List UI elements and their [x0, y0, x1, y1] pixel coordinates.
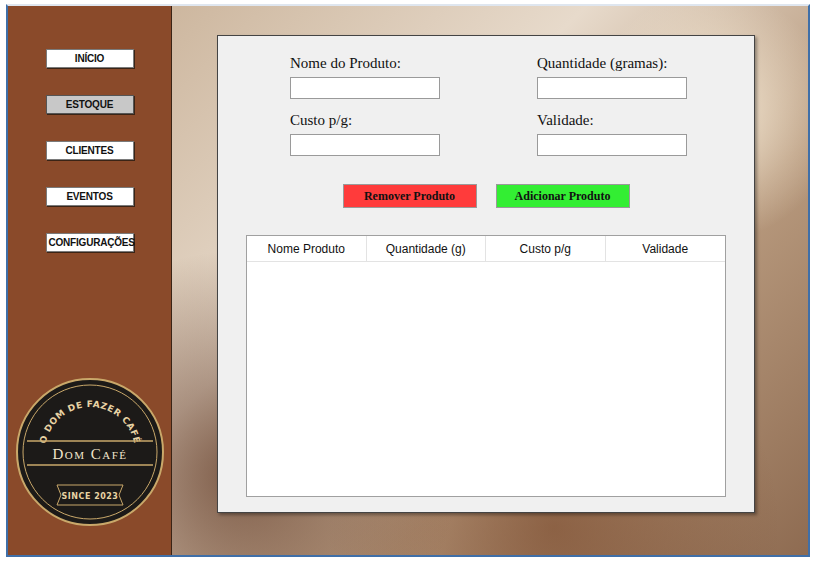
column-header[interactable]: Validade — [606, 236, 726, 261]
sidebar-item[interactable]: CLIENTES — [46, 141, 134, 160]
sidebar-item[interactable]: CONFIGURAÇÕES — [46, 233, 134, 252]
logo-icon: O DOM DE FAZER CAFÉDom Café SINCE 2023 — [15, 377, 165, 527]
text-input[interactable] — [537, 134, 687, 156]
text-input[interactable] — [290, 134, 440, 156]
action-button[interactable]: Adicionar Produto — [496, 184, 630, 208]
field-label: Quantidade (gramas): — [537, 55, 687, 72]
svg-text:Dom Café: Dom Café — [52, 446, 127, 462]
product-form: Nome do Produto: Quantidade (gramas): Cust… — [290, 55, 726, 156]
text-input[interactable] — [537, 77, 687, 99]
sidebar: INÍCIO ESTOQUE CLIENTES EVENTOS CONFIGURAÇÕE… — [8, 6, 172, 555]
sidebar-item[interactable]: ESTOQUE — [46, 95, 134, 114]
field-label: Validade: — [537, 112, 687, 129]
column-header[interactable]: Nome Produto — [247, 236, 367, 261]
text-input[interactable] — [290, 77, 440, 99]
action-bar: Remover Produto Adicionar Produto — [246, 184, 726, 208]
column-header[interactable]: Custo p/g — [486, 236, 606, 261]
form-field: Nome do Produto: — [290, 55, 440, 99]
app-root: INÍCIO ESTOQUE CLIENTES EVENTOS CONFIGURAÇÕE… — [0, 0, 815, 564]
action-button[interactable]: Remover Produto — [343, 184, 477, 208]
sidebar-item[interactable]: EVENTOS — [46, 187, 134, 206]
svg-text:O DOM DE FAZER CAFÉ: O DOM DE FAZER CAFÉ — [37, 399, 142, 445]
app-window: INÍCIO ESTOQUE CLIENTES EVENTOS CONFIGURAÇÕE… — [6, 4, 810, 557]
sidebar-nav: INÍCIO ESTOQUE CLIENTES EVENTOS CONFIGURAÇÕE… — [46, 49, 134, 252]
stock-table: Nome ProdutoQuantidade (g)Custo p/gValid… — [246, 235, 726, 497]
column-header[interactable]: Quantidade (g) — [367, 236, 487, 261]
stock-panel: Nome do Produto: Quantidade (gramas): Cust… — [217, 35, 755, 513]
form-field: Validade: — [537, 112, 687, 156]
content-area: Nome do Produto: Quantidade (gramas): Cust… — [172, 6, 808, 555]
form-field: Custo p/g: — [290, 112, 440, 156]
field-label: Custo p/g: — [290, 112, 440, 129]
sidebar-item[interactable]: INÍCIO — [46, 49, 134, 68]
table-header: Nome ProdutoQuantidade (g)Custo p/gValid… — [247, 236, 725, 262]
svg-text:SINCE 2023: SINCE 2023 — [61, 492, 118, 501]
table-body — [247, 262, 725, 496]
form-field: Quantidade (gramas): — [537, 55, 687, 99]
field-label: Nome do Produto: — [290, 55, 440, 72]
